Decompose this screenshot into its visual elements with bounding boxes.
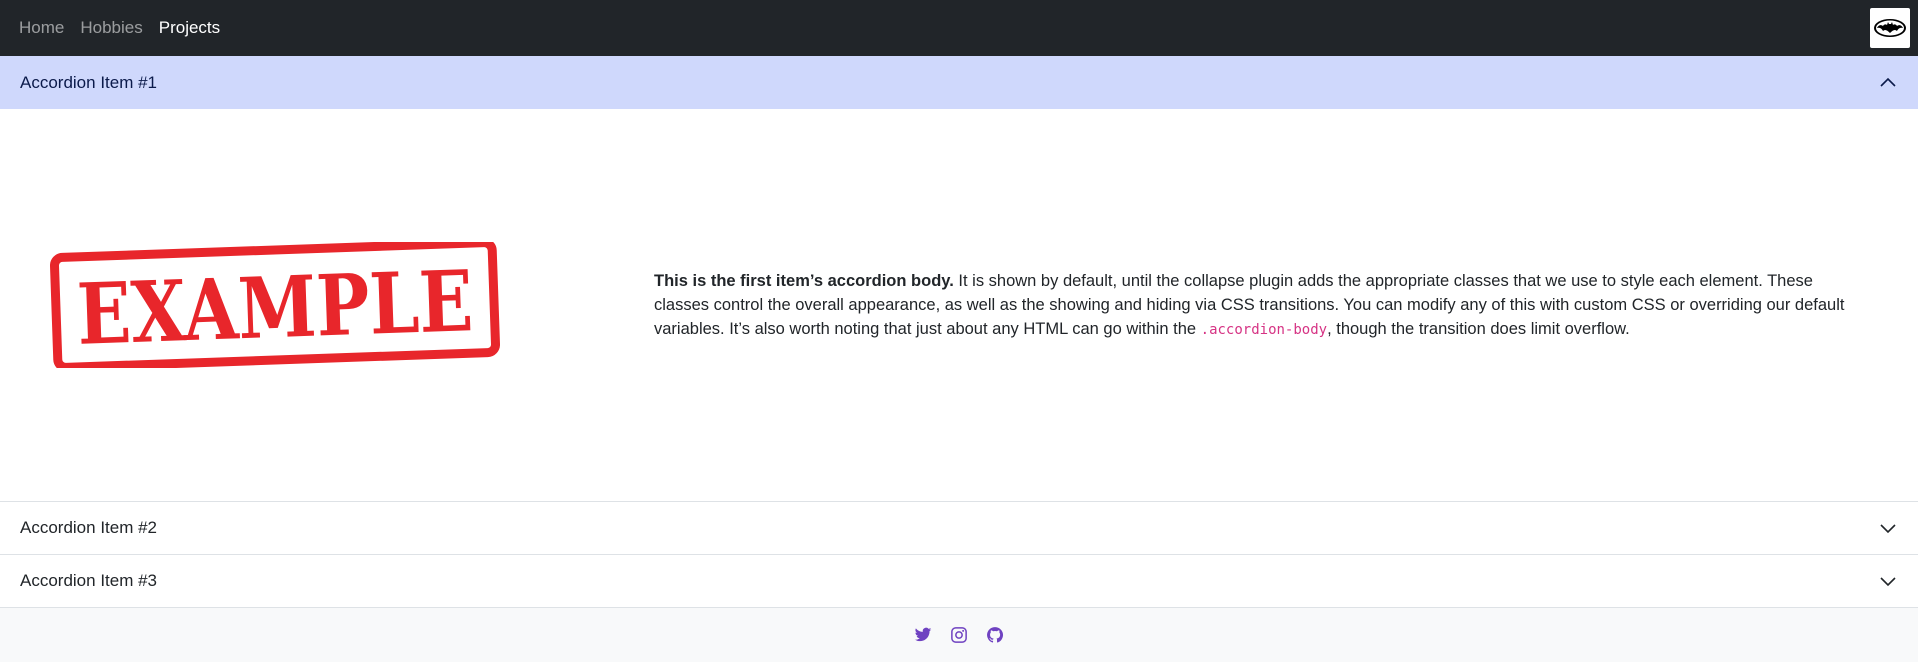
nav-link-home[interactable]: Home xyxy=(19,18,64,38)
example-stamp-graphic: EXAMPLE xyxy=(50,242,500,368)
body-bold-intro: This is the first item’s accordion body. xyxy=(654,271,954,290)
bat-logo-icon[interactable] xyxy=(1870,8,1910,48)
stamp-text: EXAMPLE xyxy=(75,251,474,364)
accordion: Accordion Item #1 EXAMPLE This is the fi… xyxy=(0,56,1918,608)
navbar: Home Hobbies Projects xyxy=(0,0,1918,56)
github-icon[interactable] xyxy=(986,626,1004,644)
chevron-up-icon xyxy=(1880,77,1896,87)
bat-logo-svg xyxy=(1874,19,1906,37)
twitter-icon[interactable] xyxy=(914,626,932,644)
accordion-item-2: Accordion Item #2 xyxy=(0,501,1918,554)
accordion-header-3[interactable]: Accordion Item #3 xyxy=(0,555,1918,607)
nav-link-hobbies[interactable]: Hobbies xyxy=(80,18,142,38)
body-text-part-2: , though the transition does limit overf… xyxy=(1327,319,1630,338)
accordion-item-label: Accordion Item #1 xyxy=(20,72,158,92)
instagram-icon[interactable] xyxy=(950,626,968,644)
chevron-down-icon xyxy=(1880,524,1896,534)
accordion-item-label: Accordion Item #3 xyxy=(20,571,158,590)
accordion-item-label: Accordion Item #2 xyxy=(20,518,158,537)
accordion-header-2[interactable]: Accordion Item #2 xyxy=(0,502,1918,554)
chevron-down-icon xyxy=(1880,577,1896,587)
accordion-body-1: EXAMPLE This is the first item’s accordi… xyxy=(0,109,1918,501)
example-image: EXAMPLE xyxy=(20,242,654,368)
nav-link-projects[interactable]: Projects xyxy=(159,18,220,38)
accordion-body-text: This is the first item’s accordion body.… xyxy=(654,269,1898,342)
accordion-header-1[interactable]: Accordion Item #1 xyxy=(0,56,1918,109)
accordion-item-1: Accordion Item #1 EXAMPLE This is the fi… xyxy=(0,56,1918,501)
nav-links: Home Hobbies Projects xyxy=(19,18,220,38)
accordion-item-3: Accordion Item #3 xyxy=(0,554,1918,607)
footer xyxy=(0,608,1918,662)
body-code: .accordion-body xyxy=(1200,321,1328,338)
